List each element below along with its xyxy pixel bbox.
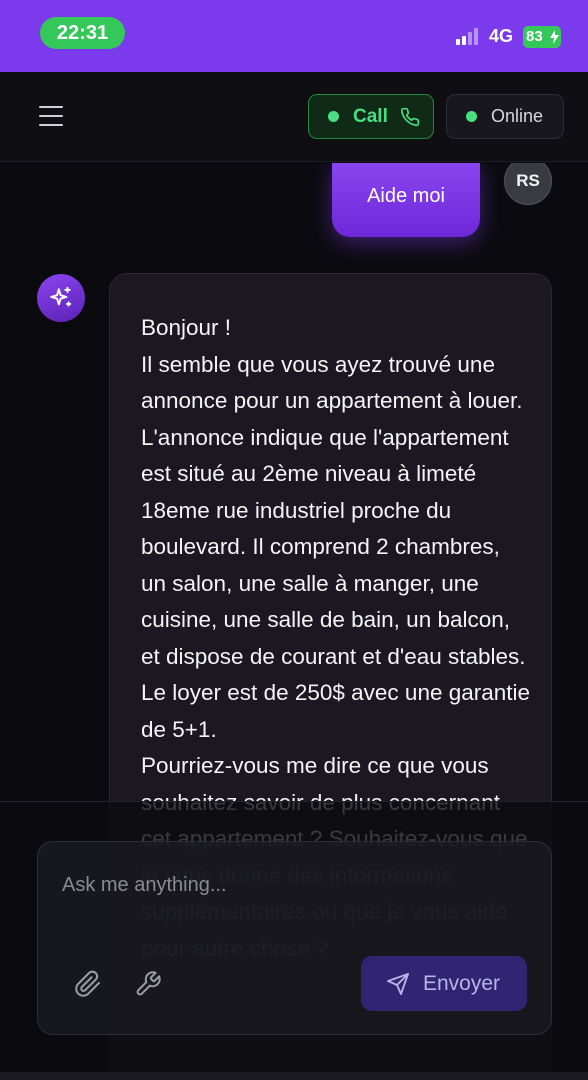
call-label: Call: [353, 105, 388, 127]
chat-header: Call Online: [0, 72, 588, 162]
phone-icon: [400, 107, 420, 126]
sparkles-icon: [50, 286, 72, 307]
status-time: 22:31: [40, 17, 125, 49]
user-message-bubble: Aide moi: [332, 163, 480, 237]
send-icon: [387, 972, 409, 995]
composer-box: Envoyer: [37, 841, 552, 1035]
send-label: Envoyer: [423, 971, 501, 995]
battery-icon: 83: [523, 26, 561, 48]
online-label: Online: [491, 106, 544, 126]
battery-level: 83: [526, 28, 543, 45]
send-button[interactable]: Envoyer: [361, 956, 527, 1011]
online-dot: [466, 111, 477, 122]
wrench-icon[interactable]: [134, 970, 162, 998]
bottom-bar: [0, 1072, 588, 1080]
composer-area: Envoyer: [0, 801, 588, 1080]
user-avatar[interactable]: RS: [504, 163, 552, 205]
signal-icon: [456, 27, 482, 45]
network-type: 4G: [489, 26, 514, 46]
paperclip-icon[interactable]: [74, 970, 102, 998]
online-status-badge: Online: [446, 94, 564, 139]
menu-icon[interactable]: [39, 104, 65, 128]
message-input[interactable]: [62, 870, 522, 900]
assistant-avatar: [37, 274, 85, 322]
status-bar: 22:31 4G 83: [0, 0, 588, 72]
call-status-dot: [328, 111, 339, 122]
call-button[interactable]: Call: [308, 94, 434, 139]
